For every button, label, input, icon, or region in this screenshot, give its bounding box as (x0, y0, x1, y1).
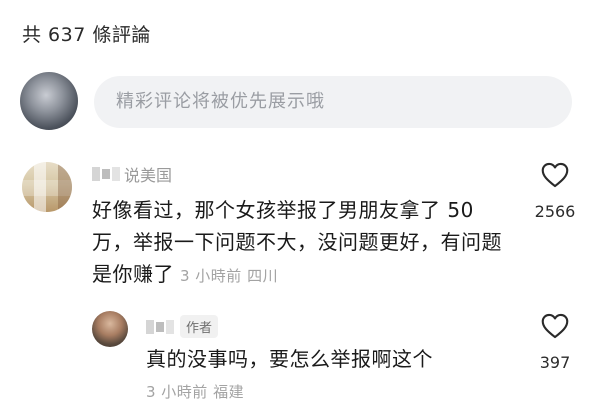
comment-item: 说美国 好像看过，那个女孩举报了男朋友拿了 50 万，举报一下问题不大，没问题更… (0, 150, 600, 295)
comment-time: 3 小時前 (180, 267, 242, 285)
reply-text: 真的没事吗，要怎么举报啊这个 (146, 347, 433, 371)
author-avatar[interactable] (92, 311, 128, 347)
reply-location: 福建 (213, 383, 245, 401)
blurred-name-part (92, 167, 120, 181)
comment-location: 四川 (247, 267, 279, 285)
comment-body: 好像看过，那个女孩举报了男朋友拿了 50 万，举报一下问题不大，没问题更好，有问… (92, 198, 502, 286)
current-user-avatar[interactable] (20, 72, 78, 130)
author-badge: 作者 (180, 315, 219, 338)
heart-outline-icon[interactable] (541, 162, 569, 192)
comment-text: 好像看过，那个女孩举报了男朋友拿了 50 万，举报一下问题不大，没问题更好，有问… (92, 194, 512, 292)
like-count: 2566 (534, 202, 576, 221)
reply-username[interactable]: 作者 (146, 315, 219, 338)
reply-time: 3 小時前 (146, 383, 208, 401)
commenter-username[interactable]: 说美国 (92, 162, 172, 186)
like-count: 397 (539, 353, 571, 372)
comment-meta: 3 小時前 四川 (180, 267, 278, 285)
commenter-name-visible: 说美国 (124, 166, 173, 185)
reply-meta: 3 小時前 福建 (146, 381, 244, 402)
commenter-avatar[interactable] (22, 162, 72, 212)
blurred-name-part (146, 319, 174, 334)
heart-outline-icon[interactable] (541, 313, 569, 343)
comment-input-placeholder: 精彩评论将被优先展示哦 (116, 91, 325, 112)
like-button[interactable]: 397 (528, 313, 582, 372)
comment-count-header: 共 637 條評論 (22, 24, 151, 46)
comment-composer: 精彩评论将被优先展示哦 (20, 72, 580, 132)
comment-input[interactable]: 精彩评论将被优先展示哦 (94, 76, 572, 128)
reply-item: 作者 真的没事吗，要怎么举报啊这个 3 小時前 福建 397 (0, 305, 600, 412)
like-button[interactable]: 2566 (528, 162, 582, 221)
